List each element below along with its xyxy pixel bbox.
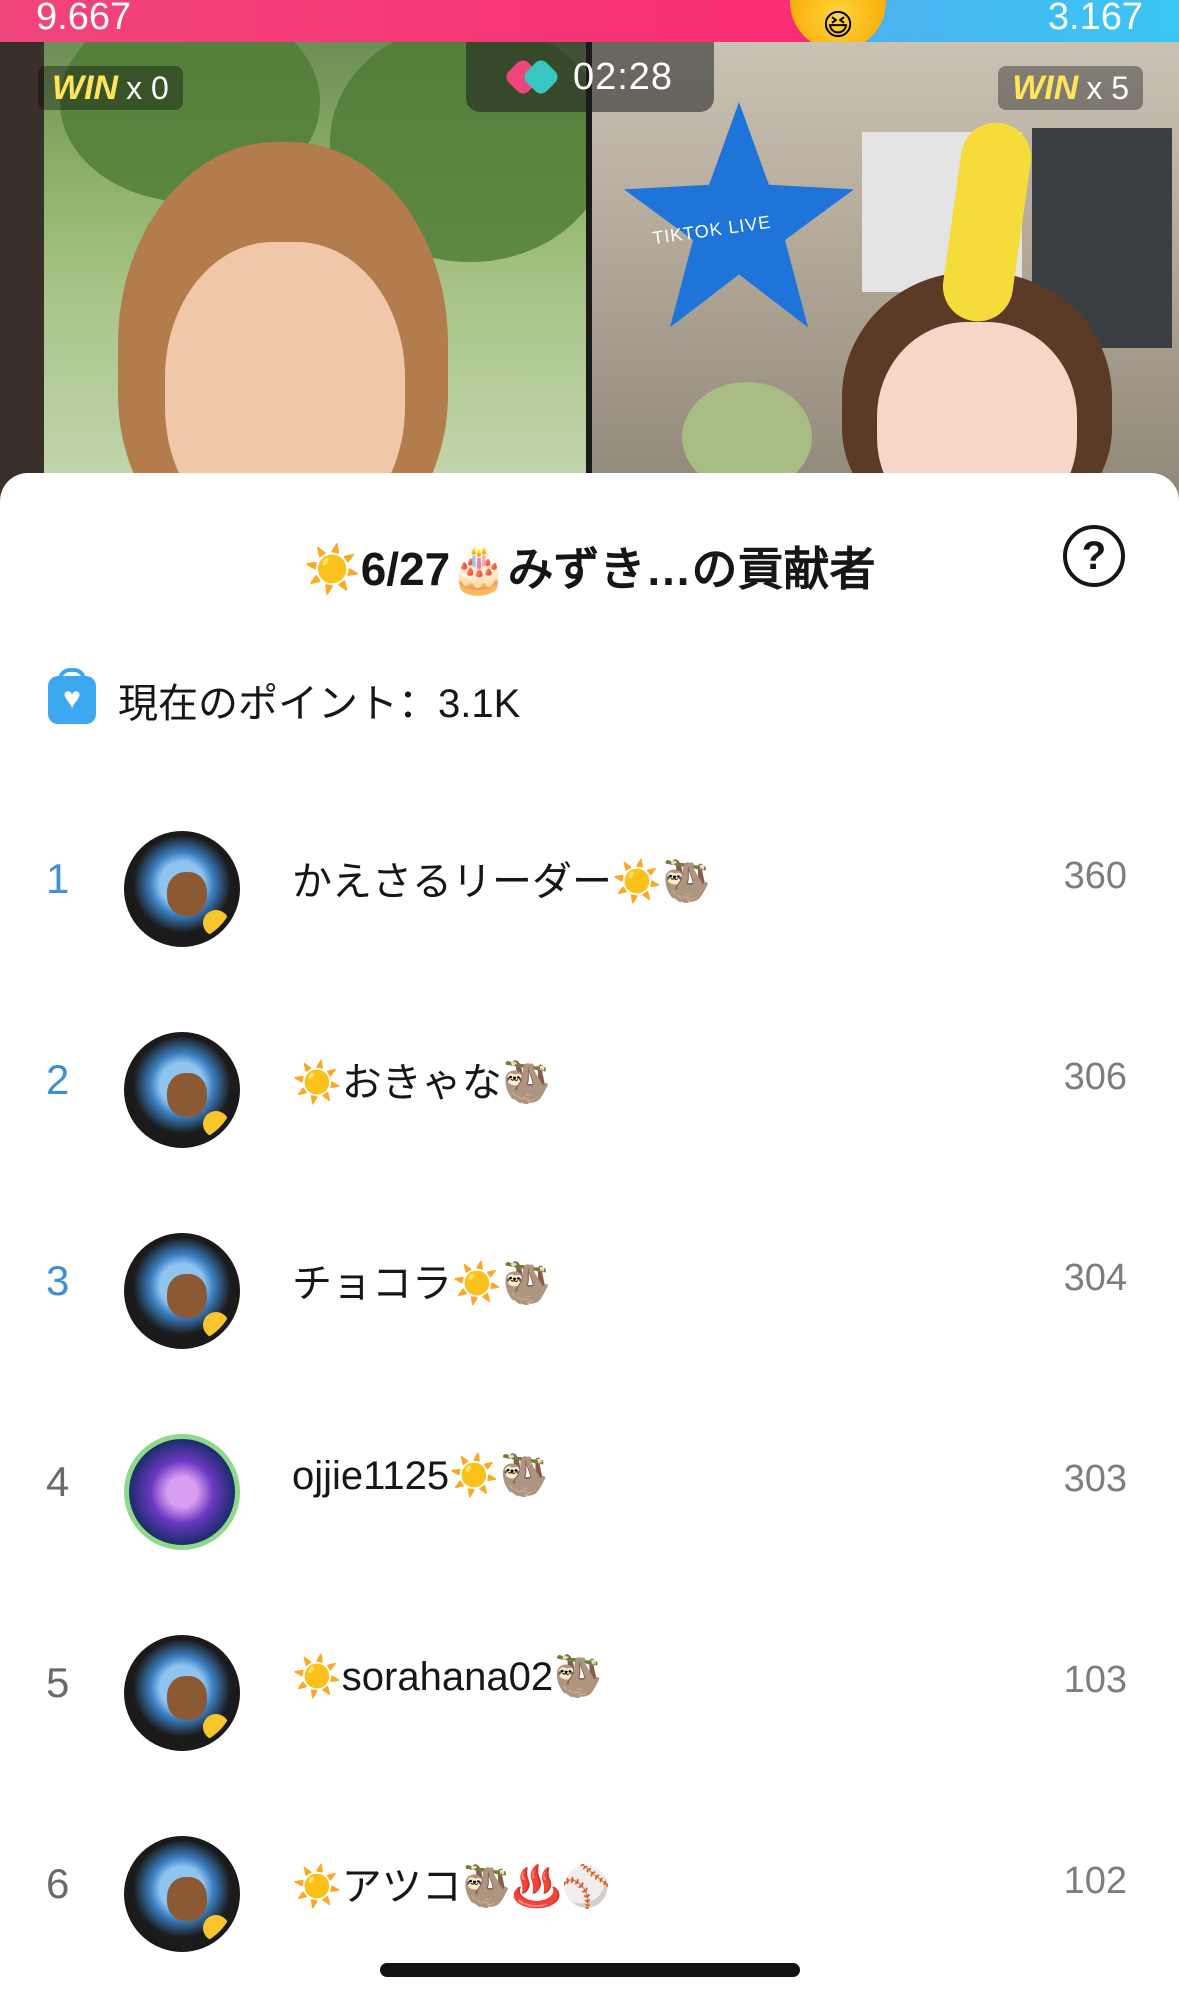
rank-number: 1 [46,855,70,902]
live-battle-video[interactable]: TIKTOK LIVE WIN x 0 WIN x 5 02:28 [0,42,1179,512]
rank-number: 2 [46,1056,70,1103]
right-score: 3.167 [1047,0,1143,38]
contributor-name[interactable]: チョコラ☀️🦥 [292,1251,552,1309]
contributor-row[interactable]: 1 かえさるリーダー☀️🦥 360 [0,803,1179,1004]
rank-number: 3 [46,1257,70,1304]
contributor-score: 304 [1063,1257,1127,1299]
right-host-feed[interactable]: TIKTOK LIVE [592,42,1179,512]
contributor-row[interactable]: 5 ☀️sorahana02🦥 103 [0,1607,1179,1808]
avatar[interactable] [124,1032,240,1148]
avatar[interactable] [124,1434,240,1550]
contributor-score: 102 [1063,1860,1127,1902]
home-indicator[interactable] [380,1963,800,1977]
contributor-name[interactable]: ☀️sorahana02🦥 [292,1653,603,1700]
rank-number: 6 [46,1860,70,1907]
battle-vs-icon [503,57,561,97]
contributor-row[interactable]: 6 ☀️アツコ🦥♨️⚾️ 102 [0,1808,1179,2009]
left-score: 9.667 [36,0,132,38]
contributor-score: 360 [1063,855,1127,897]
avatar[interactable] [124,831,240,947]
avatar[interactable] [124,1233,240,1349]
current-points: 現在のポイント：3.1K [48,668,521,729]
sheet-title: ☀️6/27🎂みずき…の貢献者 [303,543,876,595]
timer-text: 02:28 [572,55,674,98]
contributor-row[interactable]: 3 チョコラ☀️🦥 304 [0,1205,1179,1406]
rank-number: 4 [46,1458,70,1505]
left-host-face [165,242,405,512]
contributor-name[interactable]: ☀️おきゃな🦥 [292,1050,552,1108]
contributors-sheet: ☀️6/27🎂みずき…の貢献者 ? 現在のポイント：3.1K 1 かえさるリーダ… [0,473,1179,2007]
rank-number: 5 [46,1659,70,1706]
contributor-name[interactable]: かえさるリーダー☀️🦥 [292,849,712,907]
contributor-row[interactable]: 2 ☀️おきゃな🦥 306 [0,1004,1179,1205]
left-win-badge: WIN x 0 [38,66,183,110]
contributor-score: 306 [1063,1056,1127,1098]
contributor-name[interactable]: ☀️アツコ🦥♨️⚾️ [292,1854,611,1912]
battle-score-bar [0,0,1179,42]
contributor-score: 303 [1063,1458,1127,1500]
current-points-label: 現在のポイント：3.1K [118,682,521,726]
contributor-list: 1 かえさるリーダー☀️🦥 360 2 ☀️おきゃな🦥 306 3 チョコラ☀️… [0,803,1179,2009]
right-win-badge: WIN x 5 [998,66,1143,110]
avatar[interactable] [124,1635,240,1751]
battle-timer: 02:28 [466,42,714,112]
avatar[interactable] [124,1836,240,1952]
contributor-name[interactable]: ojjie1125☀️🦥 [292,1452,549,1499]
contributor-score: 103 [1063,1659,1127,1701]
left-host-feed[interactable] [0,42,586,512]
help-icon[interactable]: ? [1063,525,1125,587]
contributor-row[interactable]: 4 ojjie1125☀️🦥 303 [0,1406,1179,1607]
gift-heart-icon [48,668,96,724]
